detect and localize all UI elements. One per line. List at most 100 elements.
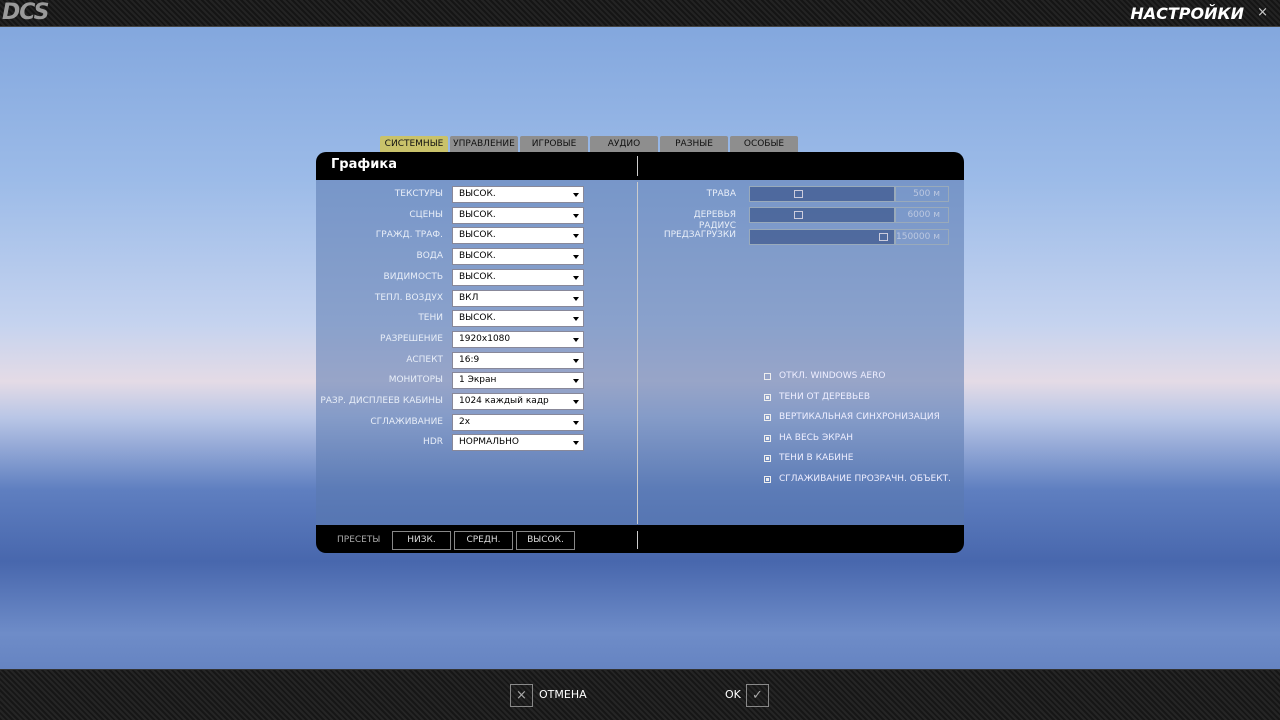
checkbox-label: ТЕНИ ОТ ДЕРЕВЬЕВ <box>779 391 871 402</box>
top-bar: DCS НАСТРОЙКИ × <box>0 0 1280 27</box>
dropdown-value: НОРМАЛЬНО <box>459 437 519 448</box>
checkbox[interactable] <box>764 414 771 422</box>
checkbox[interactable] <box>764 373 771 380</box>
cancel-button[interactable]: ОТМЕНА <box>539 688 587 701</box>
setting-label: МОНИТОРЫ <box>388 375 443 386</box>
chevron-down-icon <box>573 420 579 425</box>
setting-dropdown[interactable]: ВЫСОК. <box>452 248 584 266</box>
tab-3[interactable]: АУДИО <box>590 136 658 152</box>
dropdown-value: 1024 каждый кадр <box>459 396 549 406</box>
chevron-down-icon <box>573 441 579 446</box>
dropdown-value: 16:9 <box>459 354 480 365</box>
dropdown-value: ВЫСОК. <box>459 230 496 241</box>
dropdown-value: ВКЛ <box>459 292 479 303</box>
slider-value: 150000 м <box>895 229 949 245</box>
slider-track[interactable] <box>749 229 895 245</box>
tab-5[interactable]: ОСОБЫЕ <box>730 136 798 152</box>
slider-label: ДЕРЕВЬЯ <box>693 210 736 220</box>
tab-4[interactable]: РАЗНЫЕ <box>660 136 728 152</box>
setting-dropdown[interactable]: 1920x1080 <box>452 330 584 348</box>
setting-dropdown[interactable]: 1024 каждый кадр <box>452 393 584 410</box>
checkbox[interactable] <box>764 455 771 463</box>
close-icon[interactable]: × <box>1257 5 1268 20</box>
chevron-down-icon <box>573 379 579 384</box>
setting-label: HDR <box>423 437 443 448</box>
slider-thumb[interactable] <box>878 233 888 241</box>
slider-thumb[interactable] <box>793 190 803 198</box>
chevron-down-icon <box>573 296 579 301</box>
setting-label: ВИДИМОСТЬ <box>383 271 443 282</box>
slider-label: РАДИУС ПРЕДЗАГРУЗКИ <box>663 221 736 240</box>
setting-label: СЦЕНЫ <box>409 209 443 220</box>
dropdown-value: ВЫСОК. <box>459 271 496 282</box>
chevron-down-icon <box>573 317 579 322</box>
checkbox-label: ОТКЛ. WINDOWS AERO <box>779 371 886 381</box>
divider <box>637 182 638 524</box>
preset-high-button[interactable]: ВЫСОК. <box>516 531 575 550</box>
setting-label: АСПЕКТ <box>406 354 443 365</box>
dcs-logo: DCS <box>2 0 49 25</box>
setting-label: ТЕКСТУРЫ <box>394 189 443 199</box>
chevron-down-icon <box>573 337 579 342</box>
chevron-down-icon <box>573 275 579 280</box>
checkbox-label: ТЕНИ В КАБИНЕ <box>779 453 854 464</box>
dropdown-value: ВЫСОК. <box>459 313 496 324</box>
dropdown-value: ВЫСОК. <box>459 251 496 262</box>
chevron-down-icon <box>573 255 579 260</box>
setting-label: ГРАЖД. ТРАФ. <box>375 230 443 241</box>
checkbox[interactable] <box>764 434 771 442</box>
chevron-down-icon <box>573 234 579 239</box>
chevron-down-icon <box>573 213 579 218</box>
tab-0[interactable]: СИСТЕМНЫЕ <box>380 136 448 152</box>
setting-dropdown[interactable]: ВЫСОК. <box>452 206 584 224</box>
checkbox[interactable] <box>764 393 771 401</box>
presets-label: ПРЕСЕТЫ <box>337 535 381 545</box>
bottom-bar: × ОТМЕНА OK ✓ <box>0 669 1280 720</box>
setting-dropdown[interactable]: ВКЛ <box>452 289 584 307</box>
slider-label: ТРАВА <box>706 189 736 199</box>
setting-label: ВОДА <box>416 251 443 262</box>
dropdown-value: 1920x1080 <box>459 333 511 344</box>
cancel-icon[interactable]: × <box>510 684 533 707</box>
checkbox-label: НА ВЕСЬ ЭКРАН <box>779 432 853 443</box>
setting-dropdown[interactable]: ВЫСОК. <box>452 310 584 328</box>
dropdown-value: ВЫСОК. <box>459 209 496 220</box>
presets-bar: ПРЕСЕТЫ НИЗК. СРЕДН. ВЫСОК. <box>316 525 964 553</box>
slider-thumb[interactable] <box>793 211 803 219</box>
panel-header: Графика <box>316 152 964 180</box>
slider-track[interactable] <box>749 207 895 223</box>
dropdown-value: 1 Экран <box>459 375 497 386</box>
ok-icon[interactable]: ✓ <box>746 684 769 707</box>
dropdown-value: ВЫСОК. <box>459 189 496 199</box>
checkbox-label: СГЛАЖИВАНИЕ ПРОЗРАЧН. ОБЪЕКТ. <box>779 474 951 484</box>
preset-low-button[interactable]: НИЗК. <box>392 531 451 550</box>
graphics-panel: Графика ПРЕСЕТЫ НИЗК. СРЕДН. ВЫСОК. ТЕКС… <box>316 152 964 553</box>
setting-dropdown[interactable]: НОРМАЛЬНО <box>452 434 584 452</box>
setting-label: ТЕПЛ. ВОЗДУХ <box>374 292 443 303</box>
setting-dropdown[interactable]: 16:9 <box>452 351 584 369</box>
setting-label: РАЗРЕШЕНИЕ <box>380 333 443 344</box>
preset-medium-button[interactable]: СРЕДН. <box>454 531 513 550</box>
panel-title: Графика <box>331 157 397 172</box>
setting-dropdown[interactable]: ВЫСОК. <box>452 227 584 245</box>
setting-dropdown[interactable]: 1 Экран <box>452 372 584 390</box>
slider-value: 6000 м <box>895 207 949 223</box>
setting-dropdown[interactable]: ВЫСОК. <box>452 186 584 203</box>
setting-label: СГЛАЖИВАНИЕ <box>370 416 443 427</box>
ok-button[interactable]: OK <box>725 688 741 701</box>
checkbox-label: ВЕРТИКАЛЬНАЯ СИНХРОНИЗАЦИЯ <box>779 412 940 423</box>
slider-track[interactable] <box>749 186 895 202</box>
checkbox[interactable] <box>764 476 771 483</box>
setting-label: РАЗР. ДИСПЛЕЕВ КАБИНЫ <box>320 396 443 406</box>
setting-dropdown[interactable]: ВЫСОК. <box>452 268 584 286</box>
setting-label: ТЕНИ <box>418 313 443 324</box>
chevron-down-icon <box>573 193 579 197</box>
dropdown-value: 2x <box>459 416 471 427</box>
slider-value: 500 м <box>895 186 949 202</box>
window-title: НАСТРОЙКИ <box>1130 4 1244 23</box>
chevron-down-icon <box>573 400 579 404</box>
chevron-down-icon <box>573 358 579 363</box>
setting-dropdown[interactable]: 2x <box>452 413 584 431</box>
tab-2[interactable]: ИГРОВЫЕ <box>520 136 588 152</box>
tab-1[interactable]: УПРАВЛЕНИЕ <box>450 136 518 152</box>
